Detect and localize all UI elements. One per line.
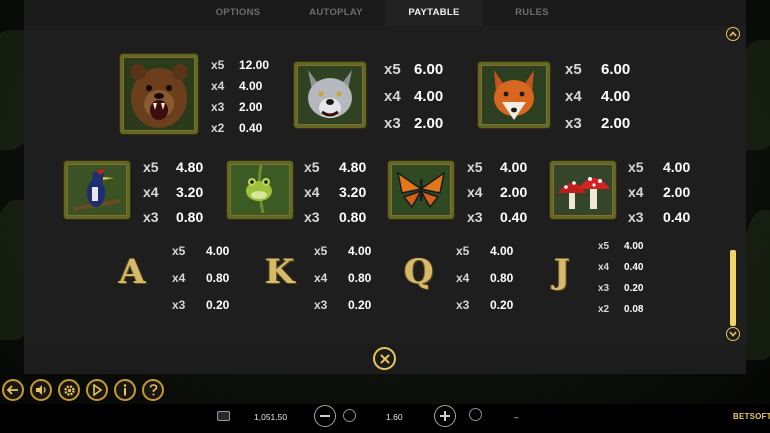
pay-row: x3 2.00 <box>211 100 263 114</box>
pay-row: x3 0.40 <box>467 209 528 225</box>
settings-icon <box>63 384 75 396</box>
pay-row: x4 0.40 <box>598 262 644 273</box>
j-paytable: x5 4.00 x4 0.40 x3 0.20 x2 0.08 <box>598 236 643 320</box>
pay-row: x3 0.40 <box>628 209 691 225</box>
wolf-icon <box>294 62 366 128</box>
k-paytable: x5 4.00 x4 0.80 x3 0.20 <box>314 238 371 319</box>
pay-row: x4 3.20 <box>143 184 204 200</box>
help-button[interactable] <box>142 379 164 401</box>
pay-row: x4 2.00 <box>467 184 528 200</box>
pay-row: x5 4.80 <box>304 159 367 175</box>
pay-row: x4 3.20 <box>304 184 367 200</box>
scroll-up-button[interactable] <box>726 27 740 41</box>
tab-bar: OPTIONS AUTOPLAY PAYTABLE RULES <box>24 0 746 26</box>
plus-icon <box>440 411 450 421</box>
pay-row: x5 12.00 <box>211 58 270 72</box>
paytable-panel: OPTIONS AUTOPLAY PAYTABLE RULES x5 12.00 … <box>24 0 746 344</box>
pay-row: x5 4.00 <box>456 244 514 258</box>
pay-row: x3 0.20 <box>598 283 644 294</box>
woodpecker-icon <box>64 161 130 219</box>
q-symbol: Q <box>404 252 434 292</box>
pay-row: x2 0.40 <box>211 121 263 135</box>
pay-row: x4 2.00 <box>628 184 691 200</box>
bet-value: 1.60 <box>386 412 403 422</box>
wallet-icon <box>217 411 230 421</box>
minus-icon <box>320 415 330 417</box>
pay-row: x3 0.20 <box>314 298 372 312</box>
a-symbol: A <box>119 252 146 292</box>
tab-autoplay[interactable]: AUTOPLAY <box>287 0 385 26</box>
fox-icon <box>478 62 550 128</box>
pay-row: x4 4.00 <box>211 79 263 93</box>
pay-row: x4 0.80 <box>456 271 514 285</box>
balance-value: 1,051.50 <box>254 412 288 422</box>
pay-row: x3 2.00 <box>565 115 631 132</box>
butterfly-icon <box>388 161 454 219</box>
help-icon <box>149 384 157 396</box>
paytable-content: x5 12.00 x4 4.00 x3 2.00 x2 0.40 x5 6.00 x4 4.… <box>24 26 746 344</box>
win-medal-icon <box>469 408 482 421</box>
pay-row: x5 4.00 <box>172 244 230 258</box>
chevron-down-icon <box>729 331 737 337</box>
back-icon <box>7 385 18 395</box>
pay-row: x3 2.00 <box>384 115 444 132</box>
mushroom-paytable: x5 4.00 x4 2.00 x3 0.40 <box>628 155 690 230</box>
play-icon <box>93 384 102 396</box>
win-value: – <box>514 412 519 422</box>
pay-row: x3 0.80 <box>304 209 367 225</box>
pay-row: x3 0.80 <box>143 209 204 225</box>
close-icon <box>380 354 389 363</box>
pay-row: x4 0.80 <box>314 271 372 285</box>
bottom-bar <box>0 404 770 433</box>
sound-button[interactable] <box>30 379 52 401</box>
decrease-bet-button[interactable] <box>314 405 336 427</box>
betsoft-logo: BETSOFT <box>733 412 770 421</box>
pay-row: x4 0.80 <box>172 271 230 285</box>
pay-row: x5 4.00 <box>598 241 644 252</box>
fox-paytable: x5 6.00 x4 4.00 x3 2.00 <box>565 56 630 137</box>
pay-row: x5 4.80 <box>143 159 204 175</box>
pay-row: x5 6.00 <box>565 61 631 78</box>
j-symbol: J <box>554 252 571 292</box>
info-icon <box>123 384 127 396</box>
frog-paytable: x5 4.80 x4 3.20 x3 0.80 <box>304 155 366 230</box>
play-button[interactable] <box>86 379 108 401</box>
pay-row: x3 0.20 <box>456 298 514 312</box>
info-button[interactable] <box>114 379 136 401</box>
coins-icon <box>343 409 356 422</box>
k-symbol: K <box>265 252 295 292</box>
butterfly-paytable: x5 4.00 x4 2.00 x3 0.40 <box>467 155 527 230</box>
frog-icon <box>227 161 293 219</box>
pay-row: x4 4.00 <box>565 88 631 105</box>
increase-bet-button[interactable] <box>434 405 456 427</box>
chevron-up-icon <box>729 31 737 37</box>
sound-icon <box>36 385 46 395</box>
bear-icon <box>120 54 198 134</box>
settings-button[interactable] <box>58 379 80 401</box>
pay-row: x5 4.00 <box>628 159 691 175</box>
a-paytable: x5 4.00 x4 0.80 x3 0.20 <box>172 238 229 319</box>
mushroom-icon <box>550 161 616 219</box>
tab-options[interactable]: OPTIONS <box>189 0 287 26</box>
pay-row: x2 0.08 <box>598 304 644 315</box>
scrollbar-thumb[interactable] <box>730 250 736 326</box>
bear-paytable: x5 12.00 x4 4.00 x3 2.00 x2 0.40 <box>211 55 269 139</box>
pay-row: x3 0.20 <box>172 298 230 312</box>
scroll-down-button[interactable] <box>726 327 740 341</box>
pay-row: x5 6.00 <box>384 61 444 78</box>
pay-row: x5 4.00 <box>314 244 372 258</box>
q-paytable: x5 4.00 x4 0.80 x3 0.20 <box>456 238 513 319</box>
pay-row: x4 4.00 <box>384 88 444 105</box>
wolf-paytable: x5 6.00 x4 4.00 x3 2.00 <box>384 56 443 137</box>
close-button[interactable] <box>373 347 396 370</box>
tab-rules[interactable]: RULES <box>483 0 581 26</box>
tab-paytable[interactable]: PAYTABLE <box>385 0 483 26</box>
back-button[interactable] <box>2 379 24 401</box>
pay-row: x5 4.00 <box>467 159 528 175</box>
woodpecker-paytable: x5 4.80 x4 3.20 x3 0.80 <box>143 155 203 230</box>
